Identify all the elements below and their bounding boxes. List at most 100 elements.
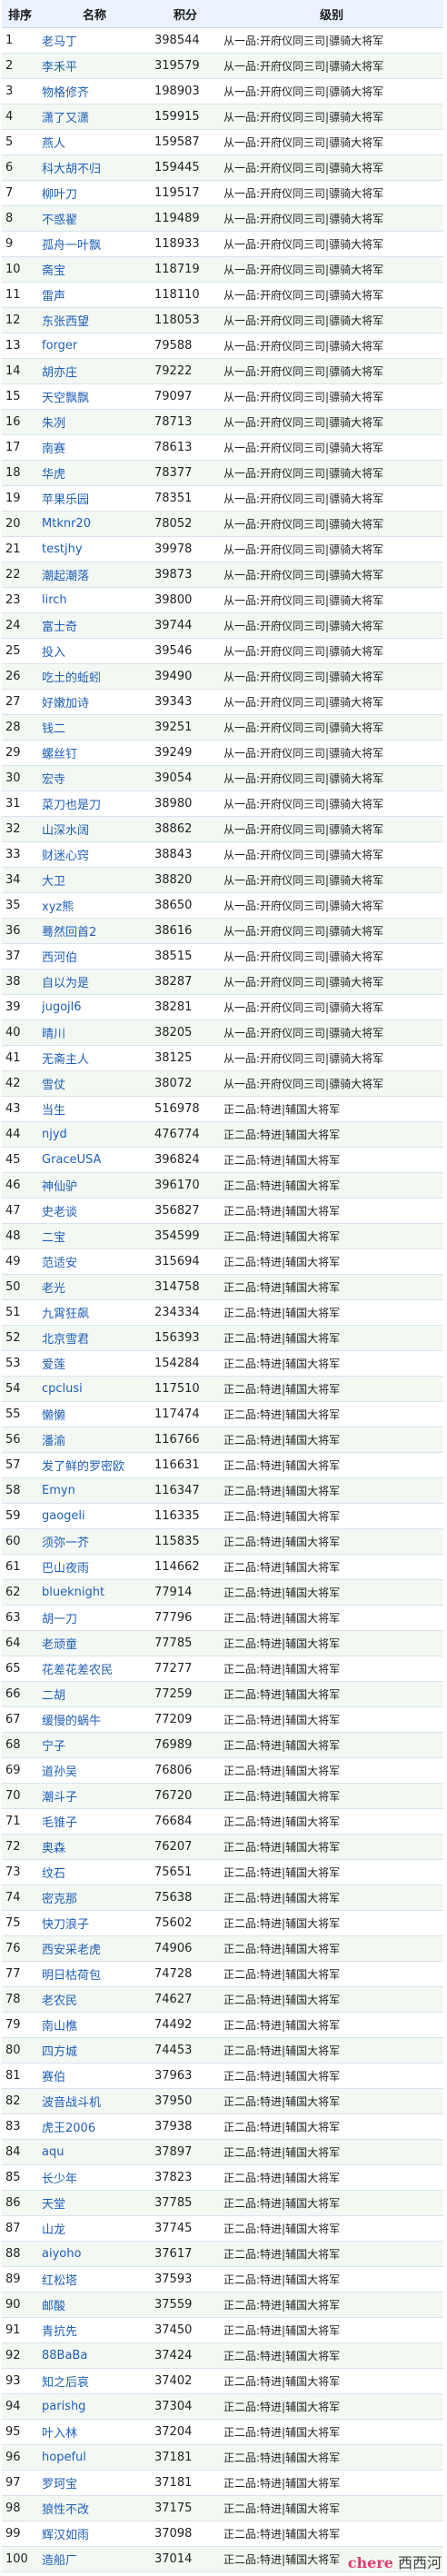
user-name-link[interactable]: 纹石 <box>42 1867 65 1881</box>
user-name-link[interactable]: 虎王2006 <box>42 2122 95 2135</box>
user-name-link[interactable]: 胡一刀 <box>42 1613 77 1626</box>
user-name-link[interactable]: aqu <box>42 2145 64 2159</box>
user-name-link[interactable]: 自以为是 <box>42 977 89 990</box>
user-name-link[interactable]: 山龙 <box>42 2223 65 2237</box>
user-name-link[interactable]: cpclusi <box>42 1382 83 1396</box>
user-name-link[interactable]: 财迷心窍 <box>42 850 89 863</box>
user-name-link[interactable]: 毛锥子 <box>42 1816 77 1830</box>
user-name-link[interactable]: 潮斗子 <box>42 1791 77 1805</box>
user-name-link[interactable]: 造船厂 <box>42 2554 77 2568</box>
user-name-link[interactable]: 二胡 <box>42 1689 65 1703</box>
user-name-link[interactable]: 无斋主人 <box>42 1053 89 1067</box>
user-name-link[interactable]: 九霄狂飙 <box>42 1308 89 1321</box>
user-name-link[interactable]: 赛伯 <box>42 2071 65 2084</box>
user-name-link[interactable]: hopeful <box>42 2451 86 2464</box>
user-name-link[interactable]: 当生 <box>42 1104 65 1118</box>
user-name-link[interactable]: 青抗先 <box>42 2325 77 2339</box>
user-name-link[interactable]: 叶入林 <box>42 2427 77 2441</box>
user-name-link[interactable]: 天空飘飘 <box>42 392 89 405</box>
user-name-link[interactable]: 知之后哀 <box>42 2376 89 2390</box>
user-name-link[interactable]: 胡亦庄 <box>42 366 77 380</box>
user-name-link[interactable]: 西河伯 <box>42 951 77 965</box>
user-name-link[interactable]: 孤舟一叶飘 <box>42 239 101 253</box>
user-name-link[interactable]: 潮起潮落 <box>42 570 89 583</box>
user-name-link[interactable]: 老顽童 <box>42 1638 77 1652</box>
user-name-link[interactable]: 南山樵 <box>42 2020 77 2034</box>
user-name-link[interactable]: 花差花差农民 <box>42 1664 113 1677</box>
user-name-link[interactable]: Mtknr20 <box>42 517 91 531</box>
user-name-link[interactable]: 巴山夜雨 <box>42 1562 89 1576</box>
user-name-link[interactable]: 朱冽 <box>42 417 65 431</box>
user-name-link[interactable]: 爱莲 <box>42 1358 65 1372</box>
user-name-link[interactable]: 波音战斗机 <box>42 2096 101 2110</box>
user-name-link[interactable]: 雪仗 <box>42 1079 65 1092</box>
user-name-link[interactable]: blueknight <box>42 1586 104 1599</box>
user-name-link[interactable]: 南赛 <box>42 443 65 456</box>
user-name-link[interactable]: 密克那 <box>42 1893 77 1906</box>
user-name-link[interactable]: 红松塔 <box>42 2274 77 2288</box>
user-name-link[interactable]: parishg <box>42 2400 85 2413</box>
user-name-link[interactable]: 缓慢的蜗牛 <box>42 1715 101 1728</box>
user-name-link[interactable]: xyz熊 <box>42 900 74 914</box>
user-name-link[interactable]: testjhy <box>42 542 83 556</box>
user-name-link[interactable]: 苹果乐园 <box>42 493 89 507</box>
user-name-link[interactable]: 宁子 <box>42 1740 65 1754</box>
user-name-link[interactable]: 晴川 <box>42 1028 65 1041</box>
user-name-link[interactable]: 狼性不改 <box>42 2503 89 2517</box>
user-name-link[interactable]: 神仙驴 <box>42 1180 77 1194</box>
user-name-link[interactable]: 东张西望 <box>42 315 89 329</box>
user-name-link[interactable]: 蓦然回首2 <box>42 926 96 940</box>
user-name-link[interactable]: 好嫩加诗 <box>42 697 89 711</box>
user-name-link[interactable]: 潘渝 <box>42 1435 65 1448</box>
user-name-link[interactable]: 西安采老虎 <box>42 1944 101 1957</box>
user-name-link[interactable]: 邮酸 <box>42 2300 65 2313</box>
user-name-link[interactable]: 懒懒 <box>42 1409 65 1423</box>
user-name-link[interactable]: forger <box>42 339 77 353</box>
user-name-link[interactable]: GraceUSA <box>42 1153 101 1167</box>
user-name-link[interactable]: 吃土的蚯蚓 <box>42 671 101 685</box>
user-name-link[interactable]: 华虎 <box>42 468 65 482</box>
user-name-link[interactable]: 雷声 <box>42 290 65 303</box>
user-name-link[interactable]: 88BaBa <box>42 2349 87 2362</box>
user-name-link[interactable]: 投入 <box>42 646 65 660</box>
user-name-link[interactable]: 潇了又潇 <box>42 112 89 125</box>
user-name-link[interactable]: 燕人 <box>42 137 65 151</box>
user-name-link[interactable]: 柳叶刀 <box>42 188 77 202</box>
user-name-link[interactable]: 山深水阔 <box>42 824 89 838</box>
user-name-link[interactable]: 老农民 <box>42 1994 77 2008</box>
user-name-link[interactable]: njyd <box>42 1128 67 1141</box>
user-name-link[interactable]: 老光 <box>42 1282 65 1296</box>
user-name-link[interactable]: 钱二 <box>42 722 65 736</box>
user-name-link[interactable]: 科大胡不归 <box>42 163 101 176</box>
user-name-link[interactable]: 不惑翟 <box>42 214 77 227</box>
user-name-link[interactable]: 天堂 <box>42 2198 65 2212</box>
user-name-link[interactable]: 史老谈 <box>42 1206 77 1219</box>
user-name-link[interactable]: 老马丁 <box>42 35 77 49</box>
user-name-link[interactable]: 螺丝钉 <box>42 748 77 761</box>
user-name-link[interactable]: jugojl6 <box>42 1000 82 1014</box>
user-name-link[interactable]: Emyn <box>42 1484 75 1497</box>
user-name-link[interactable]: 北京雪君 <box>42 1333 89 1347</box>
user-name-link[interactable]: lirch <box>42 593 67 607</box>
user-name-link[interactable]: 李禾平 <box>42 61 77 75</box>
user-name-link[interactable]: 二宝 <box>42 1231 65 1245</box>
user-name-link[interactable]: 四方城 <box>42 2045 77 2059</box>
user-name-link[interactable]: 道孙吴 <box>42 1765 77 1779</box>
user-name-link[interactable]: 罗珂宝 <box>42 2478 77 2491</box>
user-name-link[interactable]: 须弥一芥 <box>42 1537 89 1550</box>
user-name-link[interactable]: 大卫 <box>42 875 65 889</box>
user-name-link[interactable]: 物格修齐 <box>42 86 89 100</box>
user-name-link[interactable]: 菜刀也是刀 <box>42 799 101 812</box>
user-name-link[interactable]: 发了鲜的罗密欧 <box>42 1460 124 1474</box>
user-name-link[interactable]: 富士奇 <box>42 621 77 634</box>
user-name-link[interactable]: 明日枯荷包 <box>42 1969 101 1983</box>
user-name-link[interactable]: 宏寺 <box>42 773 65 787</box>
user-name-link[interactable]: 范适安 <box>42 1257 77 1270</box>
user-name-link[interactable]: 快刀浪子 <box>42 1918 89 1932</box>
user-name-link[interactable]: gaogeli <box>42 1509 85 1523</box>
user-name-link[interactable]: 辉汉如雨 <box>42 2529 89 2542</box>
user-name-link[interactable]: 斋宝 <box>42 264 65 278</box>
user-name-link[interactable]: 奥森 <box>42 1842 65 1855</box>
user-name-link[interactable]: aiyoho <box>42 2247 81 2261</box>
user-name-link[interactable]: 长少年 <box>42 2173 77 2186</box>
